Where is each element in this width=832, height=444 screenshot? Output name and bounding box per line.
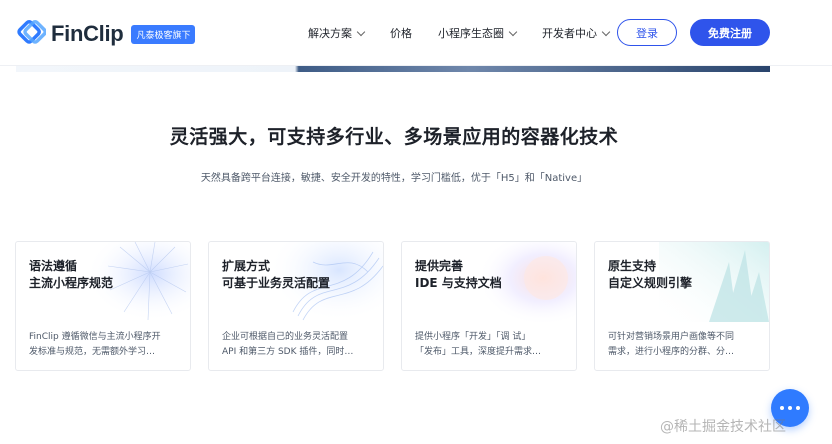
card-desc-line: 可针对营销场景用户画像等不同 <box>608 332 735 342</box>
chevron-down-icon <box>601 27 611 36</box>
main-nav: 解决方案 价格 小程序生态圈 开发者中心 <box>308 25 635 41</box>
card-desc-line: 「发布」工具，深度提升需求… <box>415 347 542 357</box>
chevron-down-icon <box>508 27 518 36</box>
nav-label: 价格 <box>390 27 412 40</box>
feature-card-syntax[interactable]: 语法遵循 主流小程序规范 FinClip 遵循微信与主流小程序开 发标准与规范，… <box>15 241 191 371</box>
feature-card-extension[interactable]: 扩展方式 可基于业务灵活配置 企业可根据自己的业务灵活配置 API 和第三方 S… <box>208 241 384 371</box>
card-title-line: 主流小程序规范 <box>29 276 114 290</box>
nav-label: 解决方案 <box>308 27 352 40</box>
card-desc-line: 提供小程序「开发」「调 试」 <box>415 332 531 342</box>
card-title: 语法遵循 主流小程序规范 <box>29 258 113 292</box>
nav-item-developer-center[interactable]: 开发者中心 <box>542 25 611 41</box>
card-title-line: 自定义规则引擎 <box>608 276 693 290</box>
card-desc-line: API 和第三方 SDK 插件，同时… <box>222 347 354 357</box>
site-header: FinClip 凡泰极客旗下 解决方案 价格 小程序生态圈 开发者中心 登录 免… <box>0 0 832 66</box>
banner-image-edge <box>16 66 770 72</box>
card-title-line: 语法遵循 <box>29 259 78 273</box>
logo-text: FinClip <box>51 21 124 46</box>
card-title-line: 原生支持 <box>608 259 657 273</box>
feature-card-ide[interactable]: 提供完善 IDE 与支持文档 提供小程序「开发」「调 试」 「发布」工具，深度提… <box>401 241 577 371</box>
card-description: 可针对营销场景用户画像等不同 需求，进行小程序的分群、分… <box>608 330 764 360</box>
card-desc-line: 发标准与规范，无需额外学习… <box>29 347 156 357</box>
section-subtitle: 天然具备跨平台连接，敏捷、安全开发的特性，学习门槛低，优于「H5」和「Nativ… <box>200 173 588 184</box>
nav-label: 小程序生态圈 <box>438 27 504 40</box>
card-title-line: 扩展方式 <box>222 259 271 273</box>
card-description: 提供小程序「开发」「调 试」 「发布」工具，深度提升需求… <box>415 330 571 360</box>
logo[interactable]: FinClip 凡泰极客旗下 <box>14 18 196 50</box>
login-button[interactable]: 登录 <box>617 19 677 46</box>
more-dots-icon <box>778 406 802 410</box>
card-title: 原生支持 自定义规则引擎 <box>608 258 692 292</box>
feature-card-rules-engine[interactable]: 原生支持 自定义规则引擎 可针对营销场景用户画像等不同 需求，进行小程序的分群、… <box>594 241 770 371</box>
card-desc-line: 企业可根据自己的业务灵活配置 <box>222 332 349 342</box>
page: FinClip 凡泰极客旗下 解决方案 价格 小程序生态圈 开发者中心 登录 免… <box>0 0 832 444</box>
chevron-down-icon <box>356 27 366 36</box>
card-title-line: 可基于业务灵活配置 <box>222 276 331 290</box>
finclip-logo-icon <box>17 20 46 44</box>
register-button[interactable]: 免费注册 <box>690 19 770 46</box>
card-desc-line: FinClip 遵循微信与主流小程序开 <box>29 332 161 342</box>
card-title-line: IDE 与支持文档 <box>415 276 502 290</box>
nav-item-pricing[interactable]: 价格 <box>390 25 412 41</box>
nav-item-ecosystem[interactable]: 小程序生态圈 <box>438 25 518 41</box>
watermark: @稀土掘金技术社区 <box>660 419 786 435</box>
nav-label: 开发者中心 <box>542 27 597 40</box>
section-title: 灵活强大，可支持多行业、多场景应用的容器化技术 <box>169 126 619 148</box>
card-title: 提供完善 IDE 与支持文档 <box>415 258 502 292</box>
card-desc-line: 需求，进行小程序的分群、分… <box>608 347 735 357</box>
card-title-line: 提供完善 <box>415 259 464 273</box>
logo-badge: 凡泰极客旗下 <box>131 24 196 44</box>
nav-item-solutions[interactable]: 解决方案 <box>308 25 366 41</box>
card-title: 扩展方式 可基于业务灵活配置 <box>222 258 330 292</box>
card-description: 企业可根据自己的业务灵活配置 API 和第三方 SDK 插件，同时… <box>222 330 378 360</box>
card-description: FinClip 遵循微信与主流小程序开 发标准与规范，无需额外学习… <box>29 330 185 360</box>
